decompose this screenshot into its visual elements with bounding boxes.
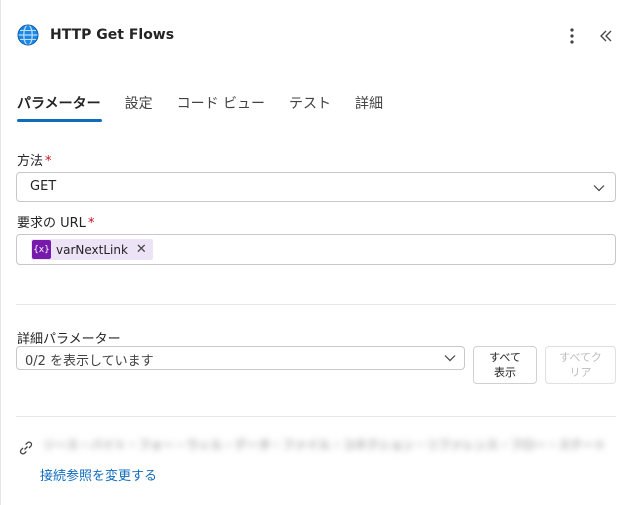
url-label: 要求の URL * xyxy=(17,212,94,231)
url-label-text: 要求の URL xyxy=(17,216,86,231)
close-icon[interactable]: ✕ xyxy=(136,243,147,256)
more-options-button[interactable] xyxy=(562,24,582,48)
show-all-button[interactable]: すべて 表示 xyxy=(473,346,537,384)
tab-bar: パラメーター 設定 コード ビュー テスト 詳細 xyxy=(17,92,407,124)
chevron-down-icon xyxy=(593,185,605,192)
tab-settings[interactable]: 設定 xyxy=(125,92,153,124)
method-label-text: 方法 xyxy=(17,154,44,169)
required-mark: * xyxy=(87,216,95,231)
panel-header: HTTP Get Flows xyxy=(17,22,616,50)
action-details-panel: HTTP Get Flows パラメーター 設定 コード ビュー テスト 詳細 … xyxy=(0,0,630,505)
method-value: GET xyxy=(30,179,57,194)
link-icon xyxy=(19,441,33,455)
panel-title: HTTP Get Flows xyxy=(50,27,175,43)
tab-code-view[interactable]: コード ビュー xyxy=(177,92,265,124)
clear-all-button[interactable]: すべてク リア xyxy=(545,346,616,384)
section-divider xyxy=(16,416,616,417)
connection-info-text: ソース・バイト・フォー・ウィル・データ・ファイル・コネクション・リファレンス・フ… xyxy=(43,438,607,452)
advanced-parameters-label: 詳細パラメーター xyxy=(17,332,121,347)
method-dropdown[interactable]: GET xyxy=(16,172,616,202)
more-vertical-icon xyxy=(570,28,574,44)
variable-token[interactable]: {x} varNextLink ✕ xyxy=(31,239,153,260)
globe-icon xyxy=(17,24,39,46)
url-input[interactable]: {x} varNextLink ✕ xyxy=(16,234,616,265)
change-connection-link[interactable]: 接続参照を変更する xyxy=(40,465,157,484)
chevron-down-icon xyxy=(444,355,456,362)
tab-parameters[interactable]: パラメーター xyxy=(17,92,102,124)
method-label: 方法 * xyxy=(17,150,52,169)
advanced-parameters-value: 0/2 を表示しています xyxy=(25,354,154,369)
section-divider xyxy=(16,304,616,305)
collapse-panel-button[interactable] xyxy=(596,24,616,48)
double-chevron-left-icon xyxy=(600,30,612,42)
required-mark: * xyxy=(45,154,52,169)
advanced-parameters-dropdown[interactable]: 0/2 を表示しています xyxy=(16,346,465,370)
variable-token-text: varNextLink xyxy=(56,242,128,257)
tab-test[interactable]: テスト xyxy=(289,92,331,124)
variable-icon: {x} xyxy=(32,240,51,259)
tab-details[interactable]: 詳細 xyxy=(355,92,383,124)
